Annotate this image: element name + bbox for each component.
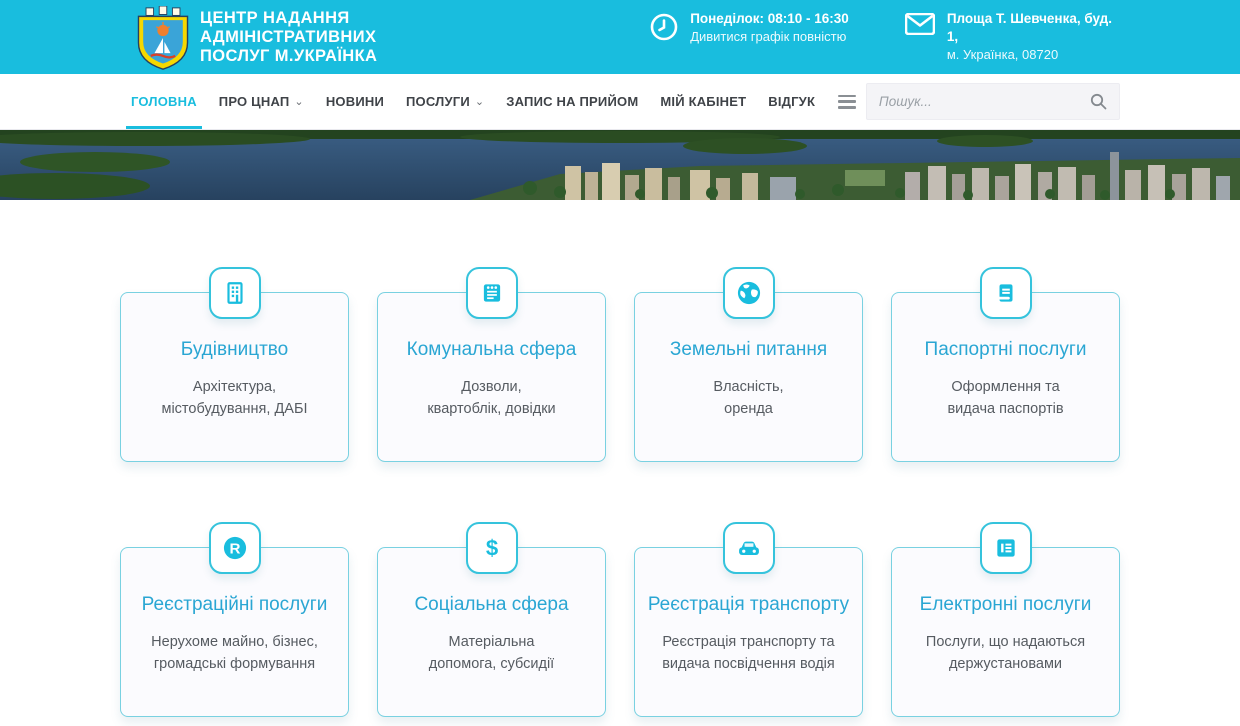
card-title: Реєстраційні послуги — [121, 594, 348, 616]
search-box — [866, 83, 1120, 120]
card-title: Комунальна сфера — [378, 339, 605, 361]
book-icon — [980, 267, 1032, 319]
chevron-down-icon: ⌄ — [294, 95, 303, 108]
address-line: Площа Т. Шевченка, буд. — [947, 10, 1112, 28]
nav-item-news[interactable]: НОВИНИ — [315, 74, 395, 129]
globe-icon — [723, 267, 775, 319]
site-title-line: АДМІНІСТРАТИВНИХ — [200, 28, 377, 47]
card-title: Паспортні послуги — [892, 339, 1119, 361]
card-subtitle: Послуги, що надаютьсядержустановами — [892, 631, 1119, 675]
card-subtitle: Матеріальнадопомога, субсидії — [378, 631, 605, 675]
hamburger-menu-icon[interactable] — [838, 95, 856, 109]
main-navigation: ГОЛОВНА ПРО ЦНАП ⌄ НОВИНИ ПОСЛУГИ ⌄ ЗАПИ… — [0, 74, 1240, 130]
dollar-icon: $ — [466, 522, 518, 574]
nav-label: НОВИНИ — [326, 94, 384, 109]
nav-item-services[interactable]: ПОСЛУГИ ⌄ — [395, 74, 495, 129]
svg-text:$: $ — [485, 536, 498, 561]
notepad-icon — [466, 267, 518, 319]
site-title: ЦЕНТР НАДАННЯ АДМІНІСТРАТИВНИХ ПОСЛУГ М.… — [200, 9, 377, 66]
card-subtitle: Дозволи,квартоблік, довідки — [378, 376, 605, 420]
nav-item-feedback[interactable]: ВІДГУК — [757, 74, 826, 129]
nav-label: ПРО ЦНАП — [219, 94, 290, 109]
full-schedule-link[interactable]: Дивитися графік повністю — [690, 28, 849, 46]
card-subtitle: Оформлення тавидача паспортів — [892, 376, 1119, 420]
working-hours-text: Понеділок: 08:10 - 16:30 — [690, 10, 849, 28]
nav-item-cabinet[interactable]: МІЙ КАБІНЕТ — [649, 74, 757, 129]
service-card-land: Земельні питання Власність,оренда — [634, 267, 863, 462]
card-subtitle: Нерухоме майно, бізнес,громадські формув… — [121, 631, 348, 675]
address-line: м. Українка, 08720 — [947, 46, 1112, 64]
card-subtitle: Реєстрація транспорту тавидача посвідчен… — [635, 631, 862, 675]
nav-label: ПОСЛУГИ — [406, 94, 470, 109]
nav-label: ВІДГУК — [768, 94, 815, 109]
nav-item-about[interactable]: ПРО ЦНАП ⌄ — [208, 74, 315, 129]
svg-text:R: R — [229, 540, 240, 557]
address-block: Площа Т. Шевченка, буд. 1, м. Українка, … — [905, 10, 1112, 64]
address-line: 1, — [947, 28, 1112, 46]
search-input[interactable] — [879, 94, 1090, 109]
service-card-registration: R Реєстраційні послуги Нерухоме майно, б… — [120, 522, 349, 717]
envelope-icon — [905, 13, 935, 35]
top-header: ЦЕНТР НАДАННЯ АДМІНІСТРАТИВНИХ ПОСЛУГ М.… — [0, 0, 1240, 74]
registered-icon: R — [209, 522, 261, 574]
chevron-down-icon: ⌄ — [475, 95, 484, 108]
card-subtitle: Архітектура,містобудування, ДАБІ — [121, 376, 348, 420]
search-icon[interactable] — [1090, 93, 1107, 110]
hero-cityscape-image — [0, 130, 1240, 200]
service-card-communal: Комунальна сфера Дозволи,квартоблік, дов… — [377, 267, 606, 462]
services-section: Будівництво Архітектура,містобудування, … — [0, 200, 1240, 717]
site-title-line: ПОСЛУГ М.УКРАЇНКА — [200, 47, 377, 66]
card-title: Будівництво — [121, 339, 348, 361]
site-title-line: ЦЕНТР НАДАННЯ — [200, 9, 377, 28]
service-card-passport: Паспортні послуги Оформлення тавидача па… — [891, 267, 1120, 462]
list-icon — [980, 522, 1032, 574]
card-title: Електронні послуги — [892, 594, 1119, 616]
city-coat-of-arms-logo[interactable] — [134, 6, 192, 72]
service-card-transport: Реєстрація транспорту Реєстрація транспо… — [634, 522, 863, 717]
card-title: Земельні питання — [635, 339, 862, 361]
card-title: Соціальна сфера — [378, 594, 605, 616]
car-icon — [723, 522, 775, 574]
card-subtitle: Власність,оренда — [635, 376, 862, 420]
service-card-construction: Будівництво Архітектура,містобудування, … — [120, 267, 349, 462]
nav-item-appointment[interactable]: ЗАПИС НА ПРИЙОМ — [495, 74, 649, 129]
building-icon — [209, 267, 261, 319]
clock-icon — [650, 13, 678, 41]
nav-item-home[interactable]: ГОЛОВНА — [120, 74, 208, 129]
working-hours-block: Понеділок: 08:10 - 16:30 Дивитися графік… — [650, 10, 849, 46]
card-title: Реєстрація транспорту — [635, 594, 862, 616]
active-tab-indicator — [126, 126, 202, 129]
service-card-electronic: Електронні послуги Послуги, що надаються… — [891, 522, 1120, 717]
nav-label: ЗАПИС НА ПРИЙОМ — [506, 94, 638, 109]
nav-label: ГОЛОВНА — [131, 94, 197, 109]
nav-label: МІЙ КАБІНЕТ — [660, 94, 746, 109]
service-card-social: $ Соціальна сфера Матеріальнадопомога, с… — [377, 522, 606, 717]
